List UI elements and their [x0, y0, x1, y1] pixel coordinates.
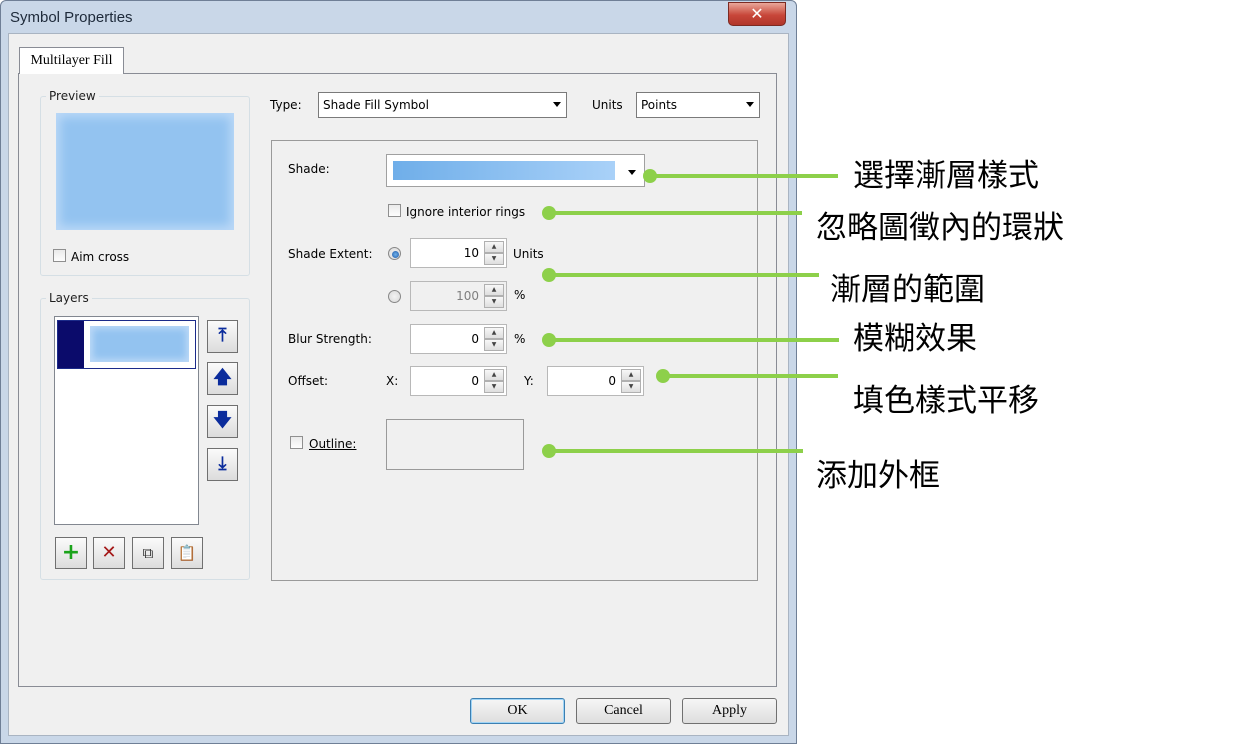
- spin-down-icon[interactable]: ▼: [621, 381, 641, 393]
- spin-arrows[interactable]: ▲ ▼: [484, 327, 504, 351]
- copy-layer-icon: ⧉: [142, 544, 154, 562]
- paste-layer-icon: 📋: [177, 544, 197, 562]
- shade-extent-units-label: Units: [513, 247, 544, 261]
- offset-y-input[interactable]: 0 ▲ ▼: [547, 366, 644, 396]
- blur-strength-unit: %: [514, 332, 526, 346]
- offset-label: Offset:: [288, 374, 329, 388]
- aim-cross-label: Aim cross: [71, 250, 130, 264]
- annotation-offset: 填色樣式平移: [853, 383, 1039, 419]
- annotation-line: [549, 338, 839, 342]
- close-icon: ✕: [750, 4, 764, 23]
- annotation-line: [549, 449, 803, 453]
- annotation-blur: 模糊效果: [853, 321, 977, 357]
- annotation-shade-extent: 漸層的範圍: [830, 272, 985, 308]
- outline-checkbox[interactable]: [290, 436, 303, 449]
- shade-extent-percent-label: %: [514, 288, 526, 302]
- spin-up-icon[interactable]: ▲: [484, 284, 504, 296]
- layer-thumbnail: [90, 326, 189, 362]
- spin-arrows[interactable]: ▲ ▼: [484, 369, 504, 393]
- spin-down-icon[interactable]: ▼: [484, 253, 504, 265]
- move-to-top-button[interactable]: ⤒: [207, 320, 238, 353]
- annotation-shade: 選擇漸層樣式: [853, 158, 1039, 194]
- add-layer-button[interactable]: +: [55, 537, 87, 569]
- layers-legend: Layers: [46, 291, 92, 305]
- offset-x-label: X:: [386, 374, 399, 388]
- spin-up-icon[interactable]: ▲: [621, 369, 641, 381]
- paste-layer-button[interactable]: 📋: [171, 537, 203, 569]
- spin-down-icon[interactable]: ▼: [484, 296, 504, 308]
- tab-multilayer-fill[interactable]: Multilayer Fill: [19, 47, 124, 74]
- chevron-down-icon: [553, 102, 561, 107]
- spin-arrows[interactable]: ▲ ▼: [484, 241, 504, 265]
- move-to-bottom-button[interactable]: ⤓: [207, 448, 238, 481]
- units-label: Units: [592, 98, 623, 112]
- shade-color-ramp: [393, 161, 615, 180]
- spin-up-icon[interactable]: ▲: [484, 241, 504, 253]
- shade-extent-percent-radio[interactable]: [388, 290, 401, 303]
- type-select[interactable]: Shade Fill Symbol: [318, 92, 567, 118]
- add-layer-icon: +: [61, 540, 81, 565]
- chevron-down-icon: [746, 102, 754, 107]
- units-value: Points: [641, 98, 678, 112]
- blur-strength-label: Blur Strength:: [288, 332, 372, 346]
- outline-symbol-button[interactable]: [386, 419, 524, 470]
- offset-y-label: Y:: [524, 374, 534, 388]
- spin-up-icon[interactable]: ▲: [484, 327, 504, 339]
- annotation-outline: 添加外框: [816, 458, 940, 494]
- preview-legend: Preview: [46, 89, 99, 103]
- annotation-line: [663, 374, 838, 378]
- move-down-button[interactable]: 🡇: [207, 405, 238, 438]
- aim-cross-checkbox[interactable]: [53, 249, 66, 262]
- shade-extent-percent-input[interactable]: 100 ▲ ▼: [410, 281, 507, 311]
- cancel-button[interactable]: Cancel: [576, 698, 671, 724]
- copy-layer-button[interactable]: ⧉: [132, 537, 164, 569]
- move-to-top-icon: ⤒: [218, 325, 227, 346]
- spin-arrows[interactable]: ▲ ▼: [621, 369, 641, 393]
- delete-layer-button[interactable]: ✕: [93, 537, 125, 569]
- shade-extent-label: Shade Extent:: [288, 247, 373, 261]
- apply-button[interactable]: Apply: [682, 698, 777, 724]
- offset-x-value: 0: [471, 374, 479, 388]
- move-up-button[interactable]: 🡅: [207, 362, 238, 395]
- shade-extent-units-value: 10: [463, 246, 479, 260]
- shade-extent-units-input[interactable]: 10 ▲ ▼: [410, 238, 507, 268]
- spin-up-icon[interactable]: ▲: [484, 369, 504, 381]
- blur-strength-input[interactable]: 0 ▲ ▼: [410, 324, 507, 354]
- layer-visibility-marker: [58, 321, 84, 368]
- annotation-ignore-rings: 忽略圖徵內的環狀: [816, 210, 1064, 246]
- units-select[interactable]: Points: [636, 92, 760, 118]
- window-title: Symbol Properties: [10, 9, 133, 26]
- ignore-interior-rings-label: Ignore interior rings: [406, 205, 526, 219]
- close-button[interactable]: ✕: [728, 2, 786, 26]
- move-up-icon: 🡅: [213, 367, 232, 388]
- type-value: Shade Fill Symbol: [323, 98, 429, 112]
- spin-down-icon[interactable]: ▼: [484, 339, 504, 351]
- shade-extent-units-radio[interactable]: [388, 247, 401, 260]
- spin-arrows[interactable]: ▲ ▼: [484, 284, 504, 308]
- preview-swatch: [56, 113, 234, 230]
- outline-label: Outline:: [309, 437, 357, 451]
- annotation-line: [549, 273, 819, 277]
- shade-extent-percent-value: 100: [456, 289, 479, 303]
- annotation-line: [549, 211, 802, 215]
- move-to-bottom-icon: ⤓: [218, 453, 227, 474]
- offset-x-input[interactable]: 0 ▲ ▼: [410, 366, 507, 396]
- move-down-icon: 🡇: [213, 410, 232, 431]
- delete-layer-icon: ✕: [101, 542, 117, 563]
- offset-y-value: 0: [608, 374, 616, 388]
- annotation-line: [650, 174, 838, 178]
- type-label: Type:: [270, 98, 302, 112]
- spin-down-icon[interactable]: ▼: [484, 381, 504, 393]
- chevron-down-icon: [628, 170, 636, 175]
- blur-strength-value: 0: [471, 332, 479, 346]
- ok-button[interactable]: OK: [470, 698, 565, 724]
- ignore-interior-rings-checkbox[interactable]: [388, 204, 401, 217]
- shade-label: Shade:: [288, 162, 330, 176]
